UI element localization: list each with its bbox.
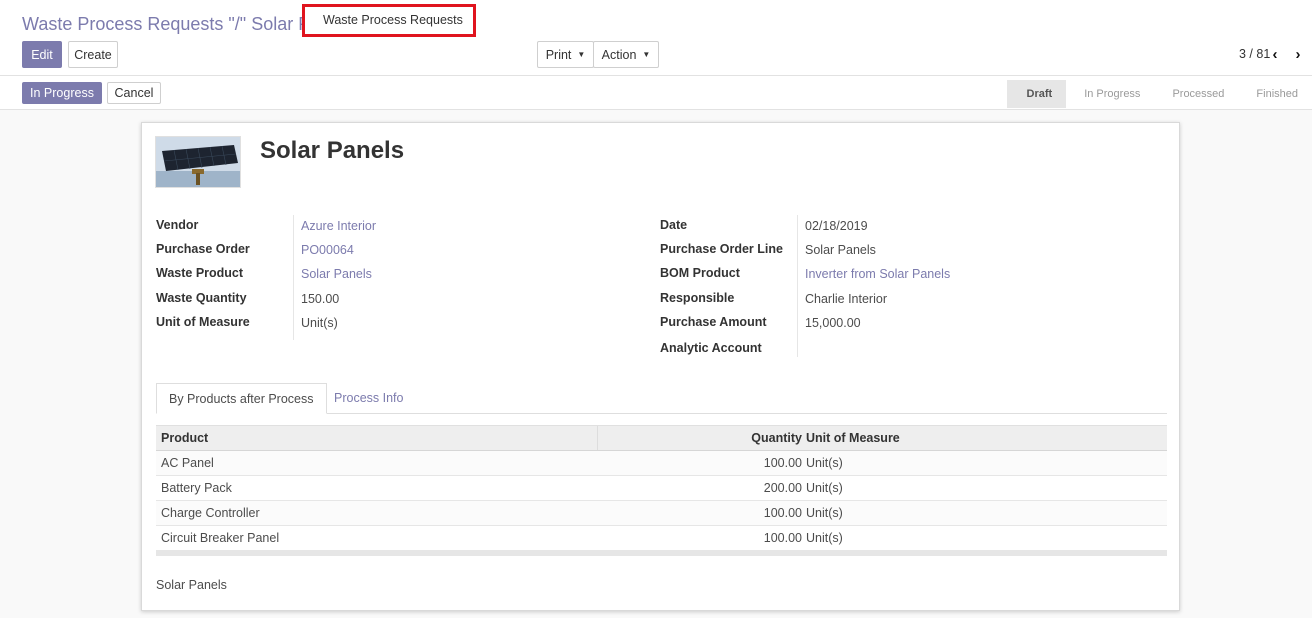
field-vendor[interactable]: Azure Interior (301, 219, 376, 233)
header-product[interactable]: Product (161, 426, 208, 450)
cell-quantity: 100.00 (763, 531, 802, 545)
cell-product: AC Panel (161, 456, 214, 470)
field-label-vendor: Vendor (156, 218, 199, 232)
status-stages: Draft In Progress Processed Finished (1006, 80, 1312, 108)
field-purchase-order[interactable]: PO00064 (301, 243, 354, 257)
field-label-analytic-account: Analytic Account (660, 341, 762, 355)
stage-label: Processed (1172, 88, 1225, 100)
table-row[interactable]: Charge Controller 100.00 Unit(s) (156, 501, 1167, 526)
product-image[interactable] (155, 136, 241, 188)
field-label-purchase-order-line: Purchase Order Line (660, 242, 783, 256)
header-unit-of-measure[interactable]: Unit of Measure (806, 426, 900, 450)
table-row[interactable]: Battery Pack 200.00 Unit(s) (156, 476, 1167, 501)
create-button[interactable]: Create (68, 41, 118, 68)
stage-label: Finished (1256, 88, 1298, 100)
record-title: Solar Panels (260, 137, 405, 164)
action-label: Action (601, 47, 637, 62)
notes-text: Solar Panels (156, 578, 227, 592)
cell-unit-of-measure: Unit(s) (806, 481, 843, 495)
field-separator (797, 215, 798, 357)
field-waste-product[interactable]: Solar Panels (301, 267, 372, 281)
field-date: 02/18/2019 (805, 219, 868, 233)
field-unit-of-measure: Unit(s) (301, 316, 338, 330)
caret-down-icon: ▼ (642, 50, 651, 59)
table-row[interactable]: Circuit Breaker Panel 100.00 Unit(s) (156, 526, 1167, 551)
tab-process-info[interactable]: Process Info (322, 383, 415, 413)
field-bom-product[interactable]: Inverter from Solar Panels (805, 267, 950, 281)
table-body: AC Panel 100.00 Unit(s) Battery Pack 200… (156, 451, 1167, 551)
header-quantity[interactable]: Quantity (751, 426, 802, 450)
field-responsible: Charlie Interior (805, 292, 887, 306)
cell-quantity: 200.00 (763, 481, 802, 495)
print-dropdown-button[interactable]: Print ▼ (537, 41, 594, 68)
stage-finished[interactable]: Finished (1238, 80, 1312, 108)
stage-label: In Progress (1084, 88, 1141, 100)
by-products-table: Product Quantity Unit of Measure AC Pane… (156, 425, 1167, 556)
tab-by-products[interactable]: By Products after Process (156, 383, 327, 414)
cell-product: Battery Pack (161, 481, 232, 495)
field-waste-quantity: 150.00 (301, 292, 340, 306)
stage-label: Draft (1026, 88, 1053, 100)
cell-unit-of-measure: Unit(s) (806, 531, 843, 545)
field-label-bom-product: BOM Product (660, 266, 740, 280)
field-separator (293, 215, 294, 340)
field-purchase-order-line: Solar Panels (805, 243, 876, 257)
cancel-button[interactable]: Cancel (107, 82, 161, 104)
cell-product: Charge Controller (161, 506, 260, 520)
cell-product: Circuit Breaker Panel (161, 531, 280, 545)
stage-in-progress[interactable]: In Progress (1066, 80, 1162, 108)
table-footer (156, 551, 1167, 556)
column-divider (597, 426, 598, 450)
cell-unit-of-measure: Unit(s) (806, 506, 843, 520)
field-label-responsible: Responsible (660, 291, 735, 305)
cell-quantity: 100.00 (763, 456, 802, 470)
cell-quantity: 100.00 (763, 506, 802, 520)
field-label-unit-of-measure: Unit of Measure (156, 315, 250, 329)
cell-unit-of-measure: Unit(s) (806, 456, 843, 470)
breadcrumb-tooltip: Waste Process Requests (302, 4, 476, 37)
solar-panel-image-icon (156, 137, 240, 187)
caret-down-icon: ▼ (577, 50, 586, 59)
chevron-left-icon[interactable]: ‹ (1264, 43, 1286, 65)
stage-processed[interactable]: Processed (1154, 80, 1246, 108)
action-dropdown-button[interactable]: Action ▼ (593, 41, 659, 68)
chevron-right-icon[interactable]: › (1287, 43, 1309, 65)
edit-button[interactable]: Edit (22, 41, 62, 68)
table-row[interactable]: AC Panel 100.00 Unit(s) (156, 451, 1167, 476)
field-label-date: Date (660, 218, 688, 232)
divider (0, 75, 1312, 76)
field-label-purchase-order: Purchase Order (156, 242, 250, 256)
field-label-waste-quantity: Waste Quantity (156, 291, 247, 305)
print-label: Print (545, 47, 572, 62)
form-sheet: Solar Panels Vendor Purchase Order Waste… (141, 122, 1180, 611)
in-progress-button[interactable]: In Progress (22, 82, 102, 104)
field-label-waste-product: Waste Product (156, 266, 244, 280)
field-label-purchase-amount: Purchase Amount (660, 315, 767, 329)
field-purchase-amount: 15,000.00 (805, 316, 861, 330)
notebook-tabs: By Products after Process Process Info (156, 383, 1167, 414)
table-header: Product Quantity Unit of Measure (156, 425, 1167, 451)
stage-draft[interactable]: Draft (1006, 80, 1074, 108)
